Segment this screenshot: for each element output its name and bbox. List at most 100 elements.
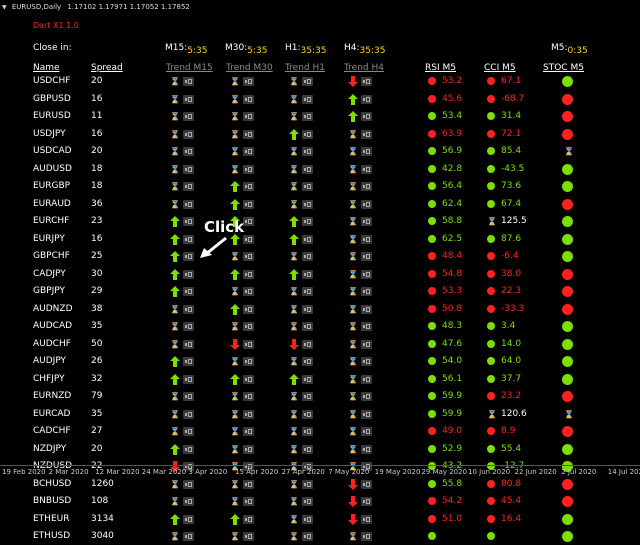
open-chart-button[interactable] xyxy=(243,234,254,244)
open-chart-button[interactable] xyxy=(183,94,194,104)
open-chart-button[interactable] xyxy=(302,497,313,506)
symbol-name[interactable]: EURCHF xyxy=(33,213,69,230)
symbol-name[interactable]: EURUSD xyxy=(33,108,71,125)
table-row[interactable]: EURJPY 16 ⌛ 62.5 87.6 xyxy=(0,231,640,248)
symbol-name[interactable]: AUDCHF xyxy=(33,336,71,353)
open-chart-button[interactable] xyxy=(361,514,372,524)
symbol-name[interactable]: AUDJPY xyxy=(33,353,66,370)
open-chart-button[interactable] xyxy=(302,392,313,401)
open-chart-button[interactable] xyxy=(183,322,194,331)
open-chart-button[interactable] xyxy=(302,77,313,86)
open-chart-button[interactable] xyxy=(183,269,194,279)
symbol-name[interactable]: GBPUSD xyxy=(33,91,71,108)
open-chart-button[interactable] xyxy=(183,514,194,524)
symbol-name[interactable]: AUDCAD xyxy=(33,318,72,335)
open-chart-button[interactable] xyxy=(183,357,194,366)
open-chart-button[interactable] xyxy=(361,217,372,226)
open-chart-button[interactable] xyxy=(302,182,313,191)
open-chart-button[interactable] xyxy=(302,357,313,366)
open-chart-button[interactable] xyxy=(302,514,313,524)
symbol-name[interactable]: EURCAD xyxy=(33,406,70,423)
open-chart-button[interactable] xyxy=(302,147,313,156)
table-row[interactable]: AUDCAD 35 ⌛ ⌛ ⌛ ⌛ 48.3 3.4 xyxy=(0,318,640,335)
symbol-name[interactable]: NZDJPY xyxy=(33,441,66,458)
open-chart-button[interactable] xyxy=(183,339,194,349)
open-chart-button[interactable] xyxy=(361,427,372,436)
open-chart-button[interactable] xyxy=(183,304,194,314)
table-row[interactable]: GBPJPY 29 ⌛ ⌛ ⌛ 53.3 22.3 xyxy=(0,283,640,300)
table-row[interactable]: CADCHF 27 ⌛ ⌛ ⌛ ⌛ 49.0 8.9 xyxy=(0,423,640,440)
table-row[interactable]: ETHUSD 3040 ⌛ ⌛ ⌛ ⌛ xyxy=(0,528,640,545)
open-chart-button[interactable] xyxy=(361,269,372,279)
open-chart-button[interactable] xyxy=(302,112,313,121)
open-chart-button[interactable] xyxy=(243,252,254,261)
open-chart-button[interactable] xyxy=(183,199,194,209)
table-row[interactable]: NZDJPY 20 ⌛ ⌛ ⌛ 52.9 55.4 xyxy=(0,441,640,458)
open-chart-button[interactable] xyxy=(302,129,313,139)
open-chart-button[interactable] xyxy=(302,269,313,279)
open-chart-button[interactable] xyxy=(243,304,254,314)
symbol-name[interactable]: ETHUSD xyxy=(33,528,70,545)
symbol-name[interactable]: AUDUSD xyxy=(33,161,72,178)
open-chart-button[interactable] xyxy=(361,199,372,209)
symbol-name[interactable]: CADJPY xyxy=(33,266,66,283)
table-row[interactable]: AUDCHF 50 ⌛ ⌛ 47.6 14.0 xyxy=(0,336,640,353)
open-chart-button[interactable] xyxy=(243,497,254,506)
table-row[interactable]: EURUSD 11 ⌛ ⌛ ⌛ 53.4 31.4 xyxy=(0,108,640,125)
open-chart-button[interactable] xyxy=(243,339,254,349)
open-chart-button[interactable] xyxy=(361,234,372,244)
open-chart-button[interactable] xyxy=(361,182,372,191)
open-chart-button[interactable] xyxy=(183,234,194,244)
open-chart-button[interactable] xyxy=(361,409,372,419)
open-chart-button[interactable] xyxy=(243,532,254,541)
open-chart-button[interactable] xyxy=(361,129,372,139)
table-row[interactable]: BNBUSD 108 ⌛ ⌛ ⌛ 54.2 45.4 xyxy=(0,493,640,510)
open-chart-button[interactable] xyxy=(361,392,372,401)
open-chart-button[interactable] xyxy=(302,164,313,174)
open-chart-button[interactable] xyxy=(183,164,194,174)
open-chart-button[interactable] xyxy=(361,147,372,156)
symbol-name[interactable]: GBPCHF xyxy=(33,248,70,265)
open-chart-button[interactable] xyxy=(302,339,313,349)
open-chart-button[interactable] xyxy=(243,514,254,524)
open-chart-button[interactable] xyxy=(183,77,194,86)
open-chart-button[interactable] xyxy=(183,252,194,261)
open-chart-button[interactable] xyxy=(302,199,313,209)
open-chart-button[interactable] xyxy=(361,322,372,331)
open-chart-button[interactable] xyxy=(302,252,313,261)
symbol-name[interactable]: BNBUSD xyxy=(33,493,71,510)
table-row[interactable]: CHFJPY 32 ⌛ 56.1 37.7 xyxy=(0,371,640,388)
open-chart-button[interactable] xyxy=(243,357,254,366)
symbol-name[interactable]: USDJPY xyxy=(33,126,66,143)
open-chart-button[interactable] xyxy=(243,217,254,226)
open-chart-button[interactable] xyxy=(243,287,254,296)
open-chart-button[interactable] xyxy=(361,357,372,366)
open-chart-button[interactable] xyxy=(243,409,254,419)
open-chart-button[interactable] xyxy=(302,217,313,226)
dropdown-arrow-icon[interactable]: ▼ xyxy=(2,1,7,15)
table-row[interactable]: USDCAD 20 ⌛ ⌛ ⌛ ⌛ 56.9 85.4 ⌛ xyxy=(0,143,640,160)
open-chart-button[interactable] xyxy=(243,164,254,174)
table-row[interactable]: AUDUSD 18 ⌛ ⌛ ⌛ ⌛ 42.8 -43.5 xyxy=(0,161,640,178)
open-chart-button[interactable] xyxy=(243,444,254,454)
symbol-name[interactable]: USDCHF xyxy=(33,73,70,90)
table-row[interactable]: AUDJPY 26 ⌛ ⌛ ⌛ 54.0 64.0 xyxy=(0,353,640,370)
open-chart-button[interactable] xyxy=(183,217,194,226)
symbol-name[interactable]: ETHEUR xyxy=(33,511,69,528)
open-chart-button[interactable] xyxy=(361,77,372,86)
open-chart-button[interactable] xyxy=(302,427,313,436)
open-chart-button[interactable] xyxy=(183,532,194,541)
table-row[interactable]: ETHEUR 3134 ⌛ 51.0 16.4 xyxy=(0,511,640,528)
open-chart-button[interactable] xyxy=(361,112,372,121)
open-chart-button[interactable] xyxy=(361,532,372,541)
open-chart-button[interactable] xyxy=(183,497,194,506)
open-chart-button[interactable] xyxy=(302,94,313,104)
open-chart-button[interactable] xyxy=(243,182,254,191)
open-chart-button[interactable] xyxy=(183,147,194,156)
table-row[interactable]: EURNZD 79 ⌛ ⌛ ⌛ ⌛ 59.9 23.2 xyxy=(0,388,640,405)
symbol-name[interactable]: GBPJPY xyxy=(33,283,65,300)
open-chart-button[interactable] xyxy=(361,444,372,454)
open-chart-button[interactable] xyxy=(243,147,254,156)
open-chart-button[interactable] xyxy=(361,304,372,314)
open-chart-button[interactable] xyxy=(302,374,313,384)
